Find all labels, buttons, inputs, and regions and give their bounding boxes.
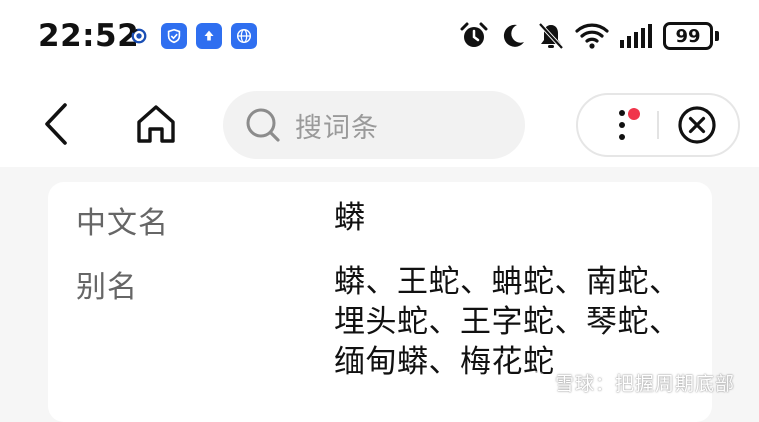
globe-icon: [231, 23, 257, 49]
app-icon: [126, 23, 152, 49]
notification-dot: [628, 108, 640, 120]
more-dot: [619, 134, 625, 140]
battery-icon: 99: [663, 22, 719, 50]
search-input[interactable]: 搜词条: [223, 91, 525, 159]
snowball-logo-icon: [523, 370, 548, 395]
home-button[interactable]: [130, 98, 182, 150]
cloud-shield-icon: [161, 23, 187, 49]
toolbar: 搜词条: [0, 86, 759, 164]
mini-program-capsule: [576, 93, 740, 157]
capsule-divider: [657, 111, 659, 139]
info-value: 蟒: [334, 200, 366, 236]
wifi-icon: [575, 23, 609, 49]
status-right-group: 99: [459, 18, 719, 54]
info-label: 别名: [76, 270, 138, 305]
battery-tip: [715, 31, 719, 41]
alarm-icon: [460, 22, 488, 47]
search-placeholder: 搜词条: [295, 112, 379, 144]
more-button[interactable]: [600, 102, 646, 148]
home-icon: [137, 105, 175, 143]
moon-icon: [503, 24, 524, 47]
close-circle-icon: [678, 106, 716, 144]
more-dot: [619, 122, 625, 128]
battery-level: 99: [663, 22, 713, 50]
chevron-left-icon: [45, 103, 67, 145]
upload-icon: [196, 23, 222, 49]
watermark-text: 雪球：把握周期底部: [554, 373, 735, 395]
more-dot: [619, 110, 625, 116]
signal-icon: [620, 24, 652, 48]
info-value: 蟒、王蛇、蚺蛇、南蛇、埋头蛇、王字蛇、琴蛇、缅甸蟒、梅花蛇: [334, 264, 681, 380]
search-icon: [243, 105, 283, 145]
mute-bell-icon: [538, 22, 564, 50]
status-time: 22:52: [38, 18, 140, 54]
app-chrome: 22:52 99 搜词条: [0, 0, 759, 167]
status-bar: 22:52 99: [0, 0, 759, 74]
info-label: 中文名: [76, 206, 169, 241]
close-button[interactable]: [676, 104, 718, 146]
watermark: 雪球：把握周期底部: [523, 369, 735, 396]
back-button[interactable]: [32, 98, 80, 150]
